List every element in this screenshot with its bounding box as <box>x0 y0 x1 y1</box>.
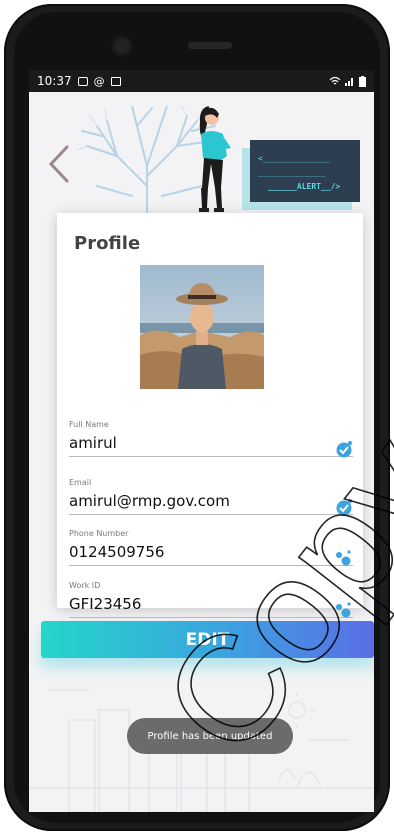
work-id-label: Work ID <box>69 581 101 590</box>
email-label: Email <box>69 478 92 487</box>
field-underline <box>69 456 353 457</box>
verified-check-icon <box>336 441 352 458</box>
phone-frame: 10:37 @ <______________ ______________ _… <box>4 4 390 831</box>
alert-line-3: ______ALERT__/> <box>268 182 341 191</box>
profile-card: Profile Full Name amirul Email amirul@rm… <box>57 213 363 618</box>
profile-title: Profile <box>74 233 141 254</box>
work-id-field[interactable]: Work ID GFI23456 <box>69 581 353 618</box>
back-arrow-icon[interactable] <box>47 144 71 184</box>
phone-number-value[interactable]: 0124509756 <box>69 541 353 563</box>
field-underline <box>69 617 353 618</box>
field-underline <box>69 565 353 566</box>
dots-icon <box>336 602 351 618</box>
field-underline <box>69 514 353 515</box>
at-icon: @ <box>93 74 105 88</box>
cast-icon <box>110 76 121 86</box>
alert-line-1: <______________ <box>258 154 331 163</box>
front-camera <box>114 38 130 54</box>
full-name-value[interactable]: amirul <box>69 432 353 454</box>
verified-check-icon <box>336 499 352 516</box>
email-value[interactable]: amirul@rmp.gov.com <box>69 490 353 512</box>
work-id-value[interactable]: GFI23456 <box>69 593 353 615</box>
profile-photo <box>140 265 264 389</box>
earpiece-speaker <box>188 42 232 49</box>
status-time: 10:37 <box>37 74 72 88</box>
app-screen: 10:37 @ <______________ ______________ _… <box>29 70 374 812</box>
alert-graphic: <______________ ______________ ______ALE… <box>250 140 360 202</box>
toast-message: Profile has been updated <box>127 718 293 754</box>
gallery-icon <box>77 76 88 86</box>
full-name-label: Full Name <box>69 420 109 429</box>
wifi-icon <box>329 76 341 85</box>
signal-icon <box>345 78 353 86</box>
status-bar: 10:37 @ <box>29 70 374 92</box>
phone-number-label: Phone Number <box>69 529 129 538</box>
edit-button[interactable]: EDIT <box>41 621 374 658</box>
battery-icon <box>359 75 366 87</box>
phone-number-field[interactable]: Phone Number 0124509756 <box>69 529 353 566</box>
alert-line-2: ______________ <box>258 168 326 177</box>
full-name-field[interactable]: Full Name amirul <box>69 420 353 458</box>
email-field[interactable]: Email amirul@rmp.gov.com <box>69 478 353 516</box>
dots-icon <box>336 550 351 566</box>
woman-illustration <box>199 106 231 212</box>
